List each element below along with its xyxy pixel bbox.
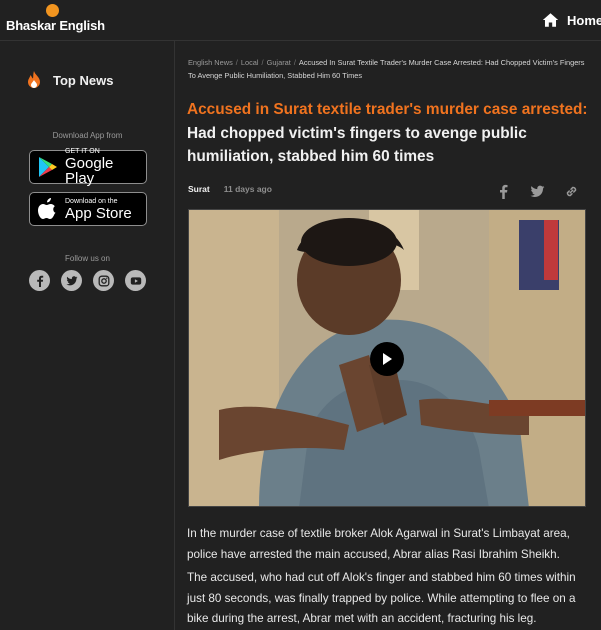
instagram-icon[interactable] [93,270,114,291]
google-play-icon [39,157,57,177]
sidebar-item-top-news[interactable]: Top News [26,71,113,89]
article-video[interactable] [188,209,586,507]
top-header: Bhaskar English Home [0,0,601,41]
article-city[interactable]: Surat [188,184,210,194]
top-news-label: Top News [53,72,114,88]
app-store-button[interactable]: Download on the App Store [29,192,147,226]
article-paragraph: In the murder case of textile broker Alo… [187,527,570,561]
breadcrumb-item[interactable]: English News [188,58,233,67]
app-store-small-text: Download on the [65,197,118,205]
article-meta: Surat 11 days ago [188,184,272,194]
breadcrumb-item[interactable]: Local [241,58,259,67]
youtube-icon[interactable] [125,270,146,291]
logo-sun-icon [46,4,59,17]
article-time: 11 days ago [223,184,272,194]
home-label: Home [567,12,601,28]
fire-icon [28,71,40,88]
play-icon [383,353,392,365]
breadcrumb-item[interactable]: Gujarat [267,58,291,67]
follow-label: Follow us on [65,254,110,263]
apple-icon [38,198,56,219]
logo-text: Bhaskar English [6,18,105,33]
home-link[interactable]: Home [542,11,601,29]
google-play-big-text: Google Play [65,155,114,187]
share-facebook-icon[interactable] [494,182,512,200]
breadcrumb: English News / Local / Gujarat / Accused In Su… [188,58,585,80]
social-links [29,270,146,291]
share-bar [494,182,580,200]
app-store-big-text: App Store [65,204,132,222]
headline-rest: Had chopped victim's fingers to avenge p… [187,124,527,166]
twitter-icon[interactable] [61,270,82,291]
download-label: Download App from [52,131,123,140]
headline-accent: Accused in Surat textile trader's murder… [187,101,588,118]
article-paragraph: The accused, who had cut off Alok's fing… [187,571,576,626]
bhaskar-logo[interactable]: Bhaskar English [6,4,106,38]
home-icon [542,13,559,27]
sidebar: Top News Download App from GET IT ON Goo… [0,41,175,630]
article-main: English News / Local / Gujarat / Accused In Su… [176,41,601,630]
facebook-icon[interactable] [29,270,50,291]
share-link-icon[interactable] [562,182,580,200]
play-button[interactable] [370,342,404,376]
share-twitter-icon[interactable] [528,182,546,200]
google-play-button[interactable]: GET IT ON Google Play [29,148,147,187]
google-play-small-text: GET IT ON [65,148,100,155]
article-headline: Accused in Surat textile trader's murder… [187,98,597,169]
